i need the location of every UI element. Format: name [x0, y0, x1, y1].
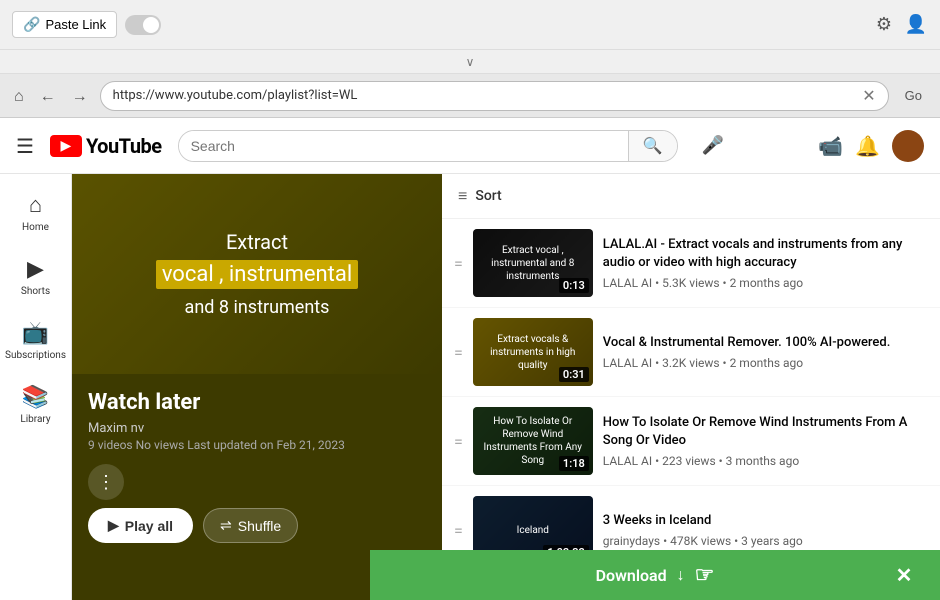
youtube-header: ☰ ▶ YouTube 🔍 🎤 📹 🔔: [0, 118, 940, 174]
thumb-highlight: vocal , instrumental: [156, 260, 358, 289]
avatar[interactable]: [892, 130, 924, 162]
video-title: Vocal & Instrumental Remover. 100% AI-po…: [603, 334, 928, 352]
user-icon[interactable]: 👤: [904, 13, 928, 37]
sidebar-label-library: Library: [20, 414, 50, 425]
video-title: How To Isolate Or Remove Wind Instrument…: [603, 414, 928, 450]
app-bar: 🔗 Paste Link ⚙ 👤: [0, 0, 940, 50]
toggle-button[interactable]: [125, 15, 161, 35]
video-duration: 0:13: [559, 278, 589, 293]
download-icon: ↓: [677, 565, 685, 585]
youtube-logo-text: YouTube: [86, 134, 162, 158]
paste-link-label: Paste Link: [45, 17, 106, 32]
cursor-icon: ☞: [695, 563, 715, 588]
playlist-actions: ▶ Play all ⇌ Shuffle: [88, 508, 426, 543]
playlist-info: Watch later Maxim nv 9 videos No views L…: [72, 374, 442, 559]
video-title: 3 Weeks in Iceland: [603, 512, 928, 530]
sidebar-item-shorts[interactable]: ▶ Shorts: [4, 247, 68, 307]
sort-bar: ≡ Sort: [442, 174, 940, 219]
gear-icon[interactable]: ⚙: [872, 13, 896, 37]
sidebar-item-library[interactable]: 📚 Library: [4, 375, 68, 435]
home-icon: ⌂: [29, 192, 42, 218]
youtube-logo[interactable]: ▶ YouTube: [50, 134, 162, 158]
drag-handle-icon: =: [454, 521, 463, 540]
drag-handle-icon: =: [454, 254, 463, 273]
library-icon: 📚: [22, 385, 49, 410]
video-duration: 1:18: [559, 456, 589, 471]
sidebar-item-home[interactable]: ⌂ Home: [4, 182, 68, 243]
shorts-icon: ▶: [27, 257, 44, 282]
video-title: LALAL.AI - Extract vocals and instrument…: [603, 236, 928, 272]
video-meta: grainydays • 478K views • 3 years ago: [603, 534, 928, 548]
sidebar-item-subscriptions[interactable]: 📺 Subscriptions: [4, 311, 68, 371]
download-bar[interactable]: Download ↓ ☞ ✕: [370, 550, 940, 600]
play-all-label: Play all: [125, 518, 173, 534]
back-icon[interactable]: ←: [36, 82, 60, 110]
playlist-thumbnail: Extract vocal , instrumental and 8 instr…: [72, 174, 442, 374]
address-bar[interactable]: https://www.youtube.com/playlist?list=WL…: [100, 81, 889, 111]
main-layout: ⌂ Home ▶ Shorts 📺 Subscriptions 📚 Librar…: [0, 174, 940, 600]
thumb-line1: Extract: [156, 228, 358, 256]
create-icon[interactable]: 📹: [818, 134, 843, 158]
notifications-icon[interactable]: 🔔: [855, 134, 880, 158]
search-button[interactable]: 🔍: [628, 131, 677, 161]
video-thumbnail: Extract vocals & instruments in high qua…: [473, 318, 593, 386]
playlist-more-button[interactable]: ⋮: [88, 464, 124, 500]
search-input[interactable]: [179, 131, 628, 161]
playlist-meta: 9 videos No views Last updated on Feb 21…: [88, 438, 426, 452]
shuffle-label: Shuffle: [238, 518, 281, 534]
go-button[interactable]: Go: [897, 84, 930, 107]
hamburger-menu-icon[interactable]: ☰: [16, 134, 34, 158]
video-thumbnail: How To Isolate Or Remove Wind Instrument…: [473, 407, 593, 475]
video-list: ≡ Sort = Extract vocal , instrumental an…: [442, 174, 940, 600]
video-item[interactable]: = How To Isolate Or Remove Wind Instrume…: [442, 397, 940, 486]
playlist-thumb-content: Extract vocal , instrumental and 8 instr…: [156, 228, 358, 320]
sidebar-label-home: Home: [22, 222, 49, 233]
video-item[interactable]: = Extract vocal , instrumental and 8 ins…: [442, 219, 940, 308]
paste-link-button[interactable]: 🔗 Paste Link: [12, 11, 117, 38]
video-duration: 0:31: [559, 367, 589, 382]
thumb-line2: vocal , instrumental: [156, 260, 358, 291]
url-text: https://www.youtube.com/playlist?list=WL: [113, 88, 855, 103]
subscriptions-icon: 📺: [22, 321, 49, 346]
video-info: 3 Weeks in Iceland grainydays • 478K vie…: [603, 512, 928, 548]
sort-label: Sort: [475, 188, 501, 204]
collapse-bar[interactable]: ∨: [0, 50, 940, 74]
drag-handle-icon: =: [454, 343, 463, 362]
play-icon: ▶: [108, 517, 119, 534]
video-thumbnail: Extract vocal , instrumental and 8 instr…: [473, 229, 593, 297]
home-nav-icon[interactable]: ⌂: [10, 82, 28, 110]
video-items-container: = Extract vocal , instrumental and 8 ins…: [442, 219, 940, 600]
shuffle-button[interactable]: ⇌ Shuffle: [203, 508, 298, 543]
video-item[interactable]: = Extract vocals & instruments in high q…: [442, 308, 940, 397]
playlist-author: Maxim nv: [88, 421, 426, 436]
video-meta: LALAL AI • 223 views • 3 months ago: [603, 454, 928, 468]
playlist-title: Watch later: [88, 390, 426, 415]
clear-url-icon[interactable]: ✕: [862, 86, 875, 105]
sidebar-label-subscriptions: Subscriptions: [5, 350, 66, 361]
sidebar-label-shorts: Shorts: [21, 286, 50, 297]
thumb-line3: and 8 instruments: [156, 295, 358, 320]
playlist-panel: Extract vocal , instrumental and 8 instr…: [72, 174, 442, 600]
video-meta: LALAL AI • 5.3K views • 2 months ago: [603, 276, 928, 290]
video-meta: LALAL AI • 3.2K views • 2 months ago: [603, 356, 928, 370]
browser-bar: ⌂ ← → https://www.youtube.com/playlist?l…: [0, 74, 940, 118]
drag-handle-icon: =: [454, 432, 463, 451]
shuffle-icon: ⇌: [220, 517, 232, 534]
youtube-logo-icon: ▶: [50, 135, 82, 157]
sort-icon: ≡: [458, 186, 467, 206]
sidebar: ⌂ Home ▶ Shorts 📺 Subscriptions 📚 Librar…: [0, 174, 72, 600]
video-info: How To Isolate Or Remove Wind Instrument…: [603, 414, 928, 468]
header-actions: 📹 🔔: [818, 130, 924, 162]
video-info: Vocal & Instrumental Remover. 100% AI-po…: [603, 334, 928, 370]
mic-icon[interactable]: 🎤: [694, 131, 732, 160]
search-bar[interactable]: 🔍: [178, 130, 678, 162]
download-label: Download: [596, 566, 667, 585]
paste-link-icon: 🔗: [23, 16, 40, 33]
content-area: Extract vocal , instrumental and 8 instr…: [72, 174, 940, 600]
play-all-button[interactable]: ▶ Play all: [88, 508, 193, 543]
close-download-button[interactable]: ✕: [884, 555, 924, 595]
forward-icon[interactable]: →: [68, 82, 92, 110]
chevron-down-icon: ∨: [466, 55, 475, 69]
video-info: LALAL.AI - Extract vocals and instrument…: [603, 236, 928, 290]
